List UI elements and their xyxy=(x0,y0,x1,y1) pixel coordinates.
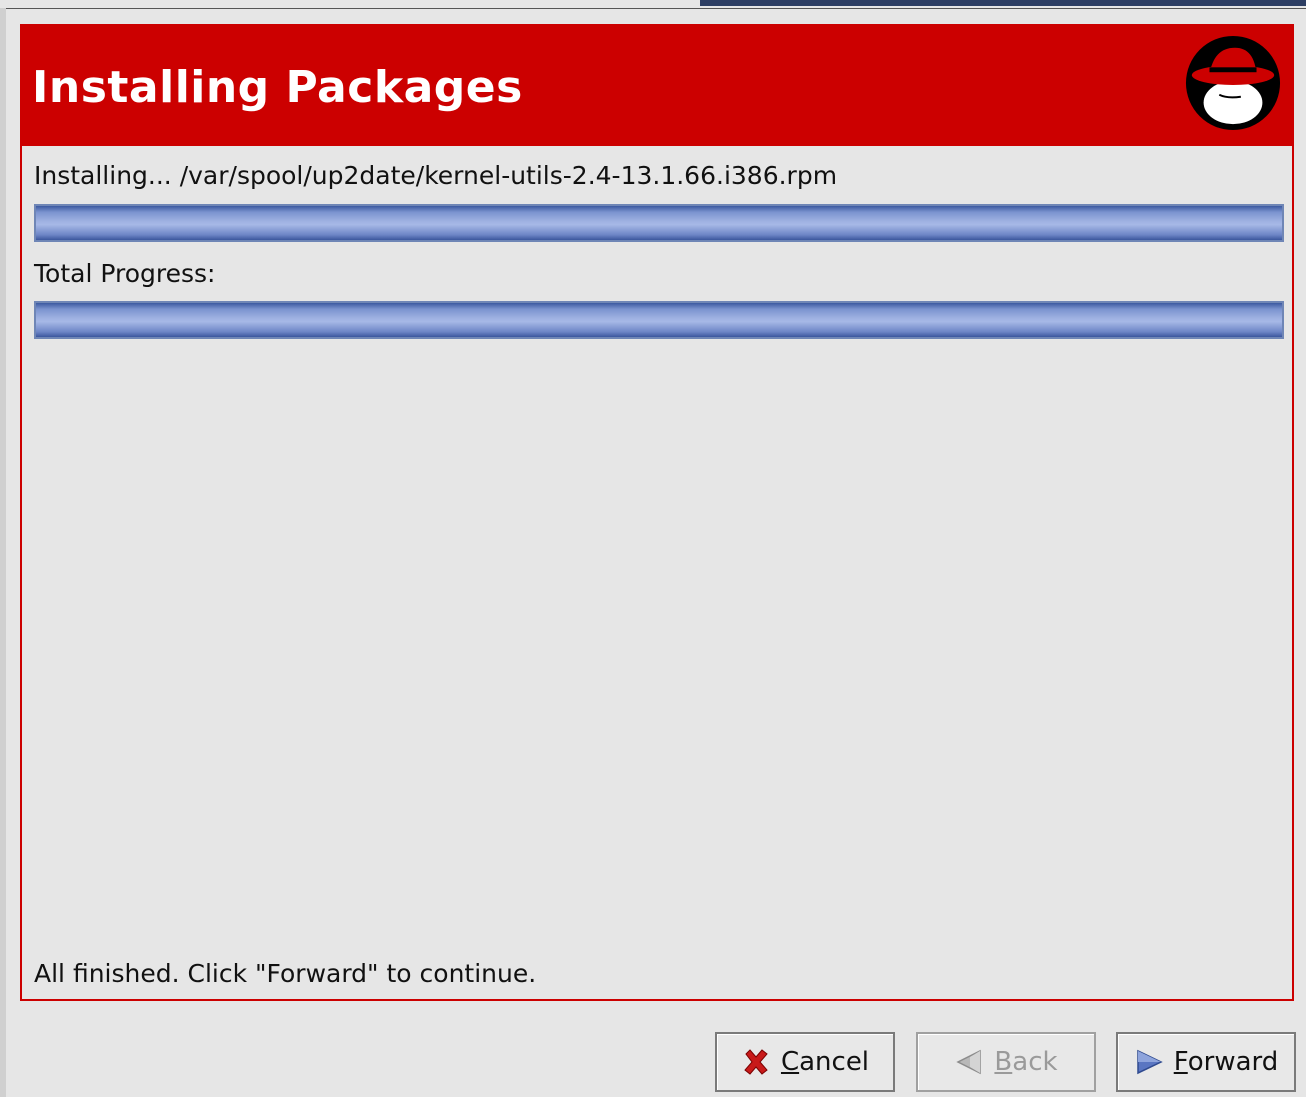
back-arrow-icon xyxy=(956,1049,982,1075)
current-package-label: Installing... /var/spool/up2date/kernel-… xyxy=(34,161,838,190)
forward-button[interactable]: Forward xyxy=(1116,1032,1296,1092)
red-x-icon xyxy=(744,1049,768,1075)
window-left-edge xyxy=(0,8,6,1097)
package-progress-bar xyxy=(34,204,1284,242)
forward-arrow-icon xyxy=(1136,1049,1163,1075)
window-top-edge xyxy=(0,0,1306,9)
total-progress-bar xyxy=(34,301,1284,339)
back-button-label: Back xyxy=(994,1047,1058,1077)
total-progress-label: Total Progress: xyxy=(34,259,216,288)
redhat-shadowman-icon xyxy=(1185,35,1281,131)
header-banner: Installing Packages xyxy=(22,26,1292,146)
package-progress-fill xyxy=(36,206,1282,240)
installer-panel: Installing Packages Installing... /var/s… xyxy=(20,24,1294,1001)
finished-message: All finished. Click "Forward" to continu… xyxy=(34,959,537,988)
total-progress-fill xyxy=(36,303,1282,337)
page-title: Installing Packages xyxy=(32,62,523,113)
window-top-edge-dark xyxy=(700,0,1306,6)
cancel-button[interactable]: Cancel xyxy=(715,1032,895,1092)
cancel-button-label: Cancel xyxy=(780,1047,870,1077)
back-button[interactable]: Back xyxy=(916,1032,1096,1092)
forward-button-label: Forward xyxy=(1173,1047,1279,1077)
